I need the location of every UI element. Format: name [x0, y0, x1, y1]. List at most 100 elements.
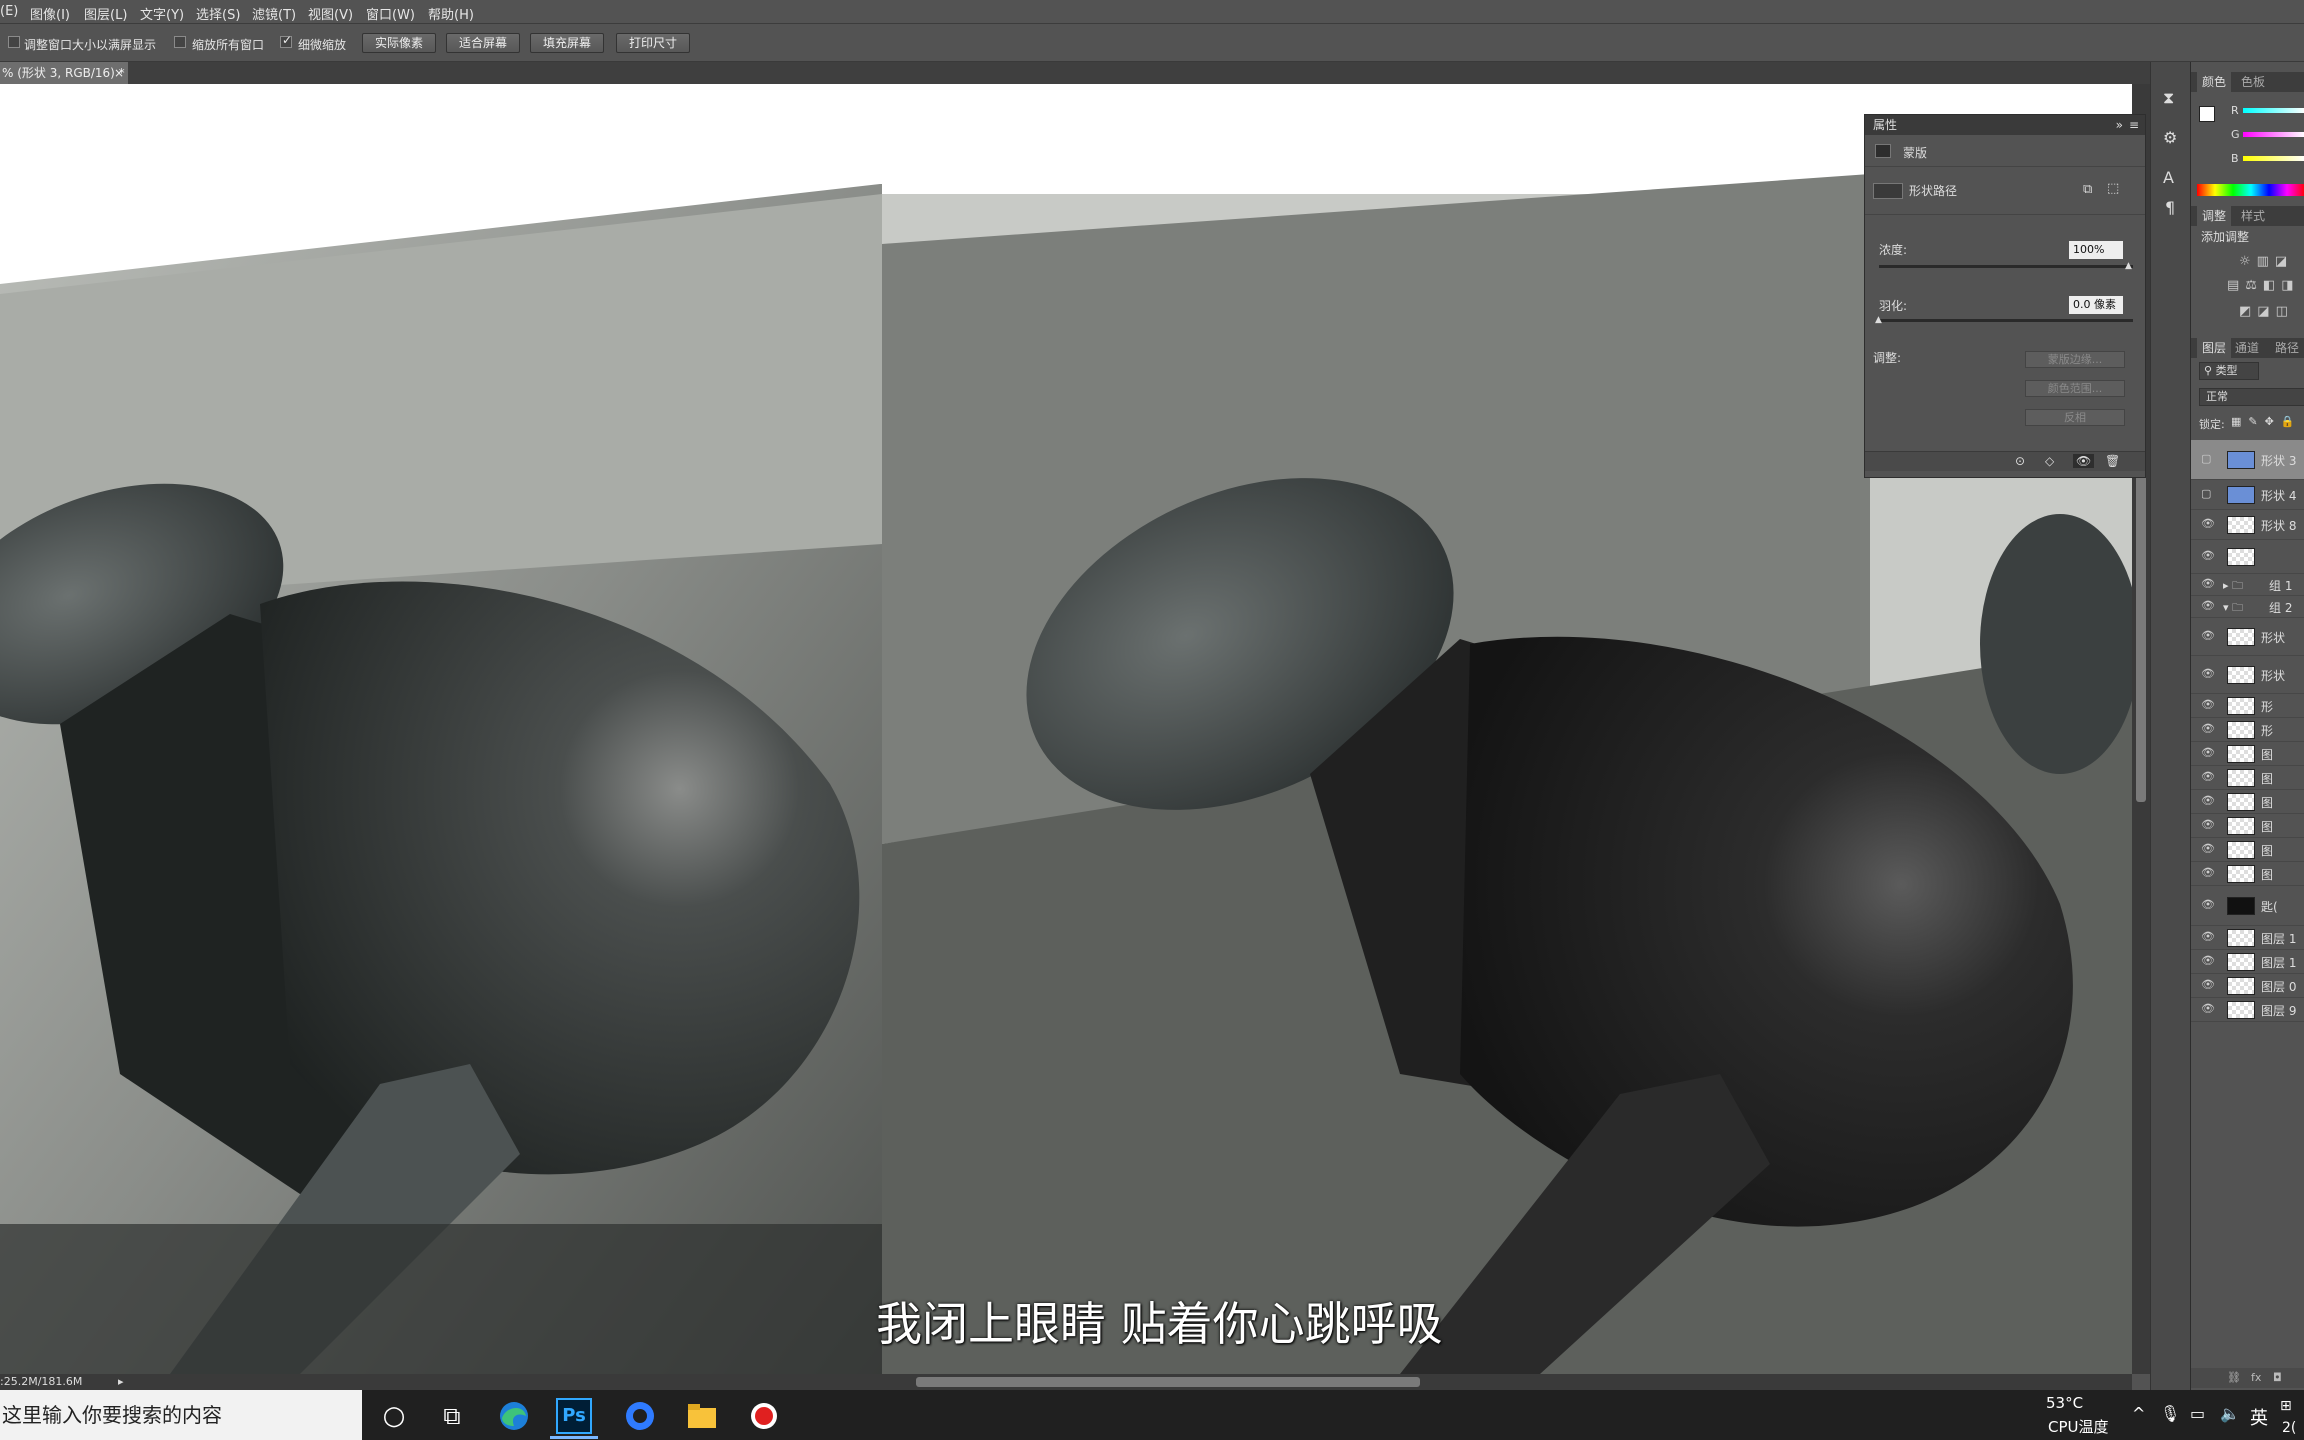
density-slider[interactable] — [1879, 265, 2133, 268]
eye-icon[interactable]: 👁 — [2201, 1002, 2215, 1015]
task-view-icon[interactable]: ⧉ — [434, 1398, 470, 1434]
select-mask-icon[interactable]: ⧉ — [2083, 182, 2092, 197]
print-size-button[interactable]: 打印尺寸 — [616, 33, 690, 53]
layer-row[interactable]: 👁 图层 1 — [2191, 950, 2304, 974]
volume-icon[interactable]: 🔈 — [2220, 1404, 2240, 1423]
g-slider[interactable] — [2243, 132, 2304, 137]
tab-swatches[interactable]: 色板 — [2241, 72, 2265, 92]
eye-icon[interactable]: 👁 — [2201, 746, 2215, 759]
document-tab[interactable]: % (形状 3, RGB/16) * × — [0, 62, 128, 84]
eye-icon[interactable]: 👁 — [2201, 898, 2215, 911]
layer-row[interactable]: 👁 匙( — [2191, 886, 2304, 926]
zoom-all-checkbox[interactable] — [174, 36, 186, 48]
r-slider[interactable] — [2243, 108, 2304, 113]
eye-icon[interactable]: 👁 — [2201, 722, 2215, 735]
layer-row[interactable]: 👁 ▾ 🗀 组 2 — [2191, 596, 2304, 618]
layer-filter-select[interactable]: ⚲ 类型 — [2199, 362, 2259, 380]
browser-q-icon[interactable] — [622, 1398, 658, 1434]
layer-row[interactable]: 👁 图 — [2191, 838, 2304, 862]
layer-row[interactable]: 👁 形状 — [2191, 656, 2304, 694]
mask-edge-button[interactable]: 蒙版边缘... — [2025, 351, 2125, 368]
eye-icon[interactable]: 👁 — [2201, 954, 2215, 967]
network-icon[interactable]: ▭ — [2190, 1404, 2205, 1423]
visibility-icon[interactable]: 👁 — [2073, 454, 2095, 468]
feather-slider-handle[interactable]: ▲ — [1875, 315, 1882, 325]
character-icon[interactable]: A — [2163, 168, 2174, 187]
status-arrow-icon[interactable]: ▸ — [118, 1374, 124, 1390]
eye-icon[interactable]: 👁 — [2201, 667, 2215, 680]
add-mask-icon[interactable]: ◘ — [2273, 1368, 2282, 1388]
menu-select[interactable]: 选择(S) — [196, 4, 240, 23]
eye-icon[interactable]: 👁 — [2201, 842, 2215, 855]
input-method-indicator[interactable]: 英 — [2250, 1404, 2268, 1430]
load-selection-icon[interactable]: ⊙ — [2015, 454, 2025, 468]
eye-icon[interactable]: 👁 — [2201, 517, 2215, 530]
file-explorer-icon[interactable] — [684, 1398, 720, 1434]
eye-icon[interactable]: 👁 — [2201, 698, 2215, 711]
color-range-button[interactable]: 颜色范围... — [2025, 380, 2125, 397]
scrubby-zoom-checkbox[interactable] — [280, 33, 292, 48]
menu-filter[interactable]: 滤镜(T) — [252, 4, 296, 23]
layer-row[interactable]: 👁 ▸ 🗀 组 1 — [2191, 574, 2304, 596]
layer-row[interactable]: 👁 图层 1 — [2191, 926, 2304, 950]
eye-icon[interactable]: 👁 — [2201, 818, 2215, 831]
blend-mode-select[interactable]: 正常 — [2199, 388, 2304, 406]
layer-row[interactable]: 👁 形状 8 — [2191, 510, 2304, 540]
tab-layers[interactable]: 图层 — [2197, 338, 2232, 358]
tab-channels[interactable]: 通道 — [2235, 338, 2259, 358]
fill-screen-button[interactable]: 填充屏幕 — [530, 33, 604, 53]
screen-recorder-icon[interactable] — [746, 1398, 782, 1434]
tab-color[interactable]: 颜色 — [2197, 72, 2232, 92]
tab-styles[interactable]: 样式 — [2241, 206, 2265, 226]
menu-view[interactable]: 视图(V) — [308, 4, 353, 23]
adjustment-icons-row-3[interactable]: ◩◪◫ — [2239, 304, 2294, 319]
layer-row[interactable]: 👁 图层 9 — [2191, 998, 2304, 1022]
clock-fragment-icon[interactable]: ⊞ — [2280, 1398, 2292, 1414]
visibility-off-icon[interactable]: ▢ — [2201, 452, 2211, 465]
density-slider-handle[interactable]: ▲ — [2125, 261, 2132, 271]
history-icon[interactable]: ⧗ — [2163, 88, 2174, 108]
link-layers-icon[interactable]: ⛓ — [2227, 1368, 2241, 1388]
layer-row[interactable]: 👁 图 — [2191, 742, 2304, 766]
invert-button[interactable]: 反相 — [2025, 409, 2125, 426]
apply-mask-icon[interactable]: ◇ — [2045, 454, 2054, 468]
menu-edit[interactable]: (E) — [0, 4, 18, 19]
adjustment-icons-row-1[interactable]: ☼▥◪ — [2239, 254, 2293, 269]
microphone-icon[interactable]: 🎙 — [2160, 1404, 2180, 1423]
taskbar-search-box[interactable]: 这里输入你要搜索的内容 — [0, 1390, 362, 1440]
eye-icon[interactable]: 👁 — [2201, 978, 2215, 991]
layer-row[interactable]: ▢ 形状 3 — [2191, 440, 2304, 480]
photoshop-icon[interactable]: Ps — [556, 1398, 592, 1434]
folder-icon[interactable]: ▾ 🗀 — [2223, 599, 2243, 618]
eye-icon[interactable]: 👁 — [2201, 599, 2215, 612]
menu-layer[interactable]: 图层(L) — [84, 4, 127, 23]
adjustment-icons-row-2[interactable]: ▤⚖◧◨ — [2227, 278, 2300, 293]
vector-mask-icon[interactable] — [1873, 183, 1903, 199]
eye-icon[interactable]: 👁 — [2201, 577, 2215, 590]
menu-type[interactable]: 文字(Y) — [140, 4, 184, 23]
eye-icon[interactable]: 👁 — [2201, 930, 2215, 943]
eye-icon[interactable]: 👁 — [2201, 549, 2215, 562]
layer-row[interactable]: 👁 图 — [2191, 862, 2304, 886]
foreground-color[interactable] — [2199, 106, 2215, 122]
actual-pixels-button[interactable]: 实际像素 — [362, 33, 436, 53]
properties-icon[interactable]: ⚙ — [2163, 128, 2177, 147]
tab-adjustments[interactable]: 调整 — [2197, 206, 2232, 226]
feather-slider[interactable] — [1879, 319, 2133, 322]
b-slider[interactable] — [2243, 156, 2304, 161]
pixel-mask-icon[interactable] — [1875, 144, 1891, 158]
fx-icon[interactable]: fx — [2251, 1368, 2261, 1388]
collapse-icon[interactable]: » — [2116, 115, 2123, 135]
layer-row[interactable]: 👁 图层 0 — [2191, 974, 2304, 998]
menu-help[interactable]: 帮助(H) — [428, 4, 474, 23]
visibility-off-icon[interactable]: ▢ — [2201, 487, 2211, 500]
layer-row[interactable]: 👁 形 — [2191, 694, 2304, 718]
eye-icon[interactable]: 👁 — [2201, 770, 2215, 783]
eye-icon[interactable]: 👁 — [2201, 866, 2215, 879]
layer-row[interactable]: ▢ 形状 4 — [2191, 480, 2304, 510]
menu-window[interactable]: 窗口(W) — [366, 4, 415, 23]
horizontal-scroll-thumb[interactable] — [916, 1377, 1420, 1387]
resize-windows-checkbox[interactable] — [8, 36, 20, 48]
cortana-icon[interactable]: ○ — [376, 1398, 412, 1434]
tab-paths[interactable]: 路径 — [2275, 338, 2299, 358]
